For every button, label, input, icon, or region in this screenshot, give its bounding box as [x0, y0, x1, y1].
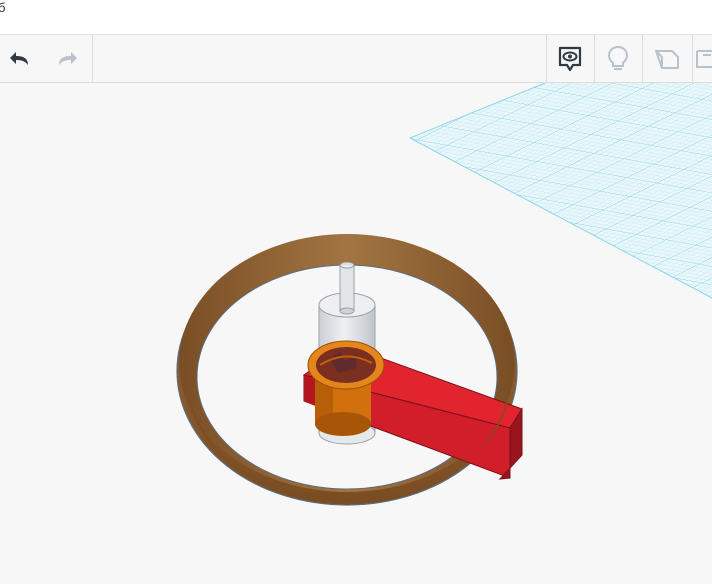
window-title-fragment: б — [0, 0, 6, 15]
view-toggle-button[interactable] — [547, 35, 593, 82]
eye-speech-bubble-icon — [558, 46, 582, 71]
note-shape-icon — [655, 49, 679, 69]
redo-button[interactable] — [48, 35, 86, 82]
redo-arrow-icon — [59, 51, 77, 65]
extra-panel-button[interactable] — [693, 35, 712, 82]
undo-arrow-icon — [10, 51, 28, 65]
3d-viewport[interactable] — [0, 83, 712, 584]
undo-button[interactable] — [0, 35, 40, 82]
shape-note-button[interactable] — [643, 35, 691, 82]
toolbar-divider — [92, 35, 93, 82]
partial-panel-icon — [696, 49, 712, 68]
lightbulb-icon — [607, 45, 629, 70]
title-bar: б — [0, 0, 712, 35]
notes-button[interactable] — [595, 35, 641, 82]
toolbar — [0, 35, 712, 83]
scene-canvas[interactable] — [0, 83, 712, 584]
